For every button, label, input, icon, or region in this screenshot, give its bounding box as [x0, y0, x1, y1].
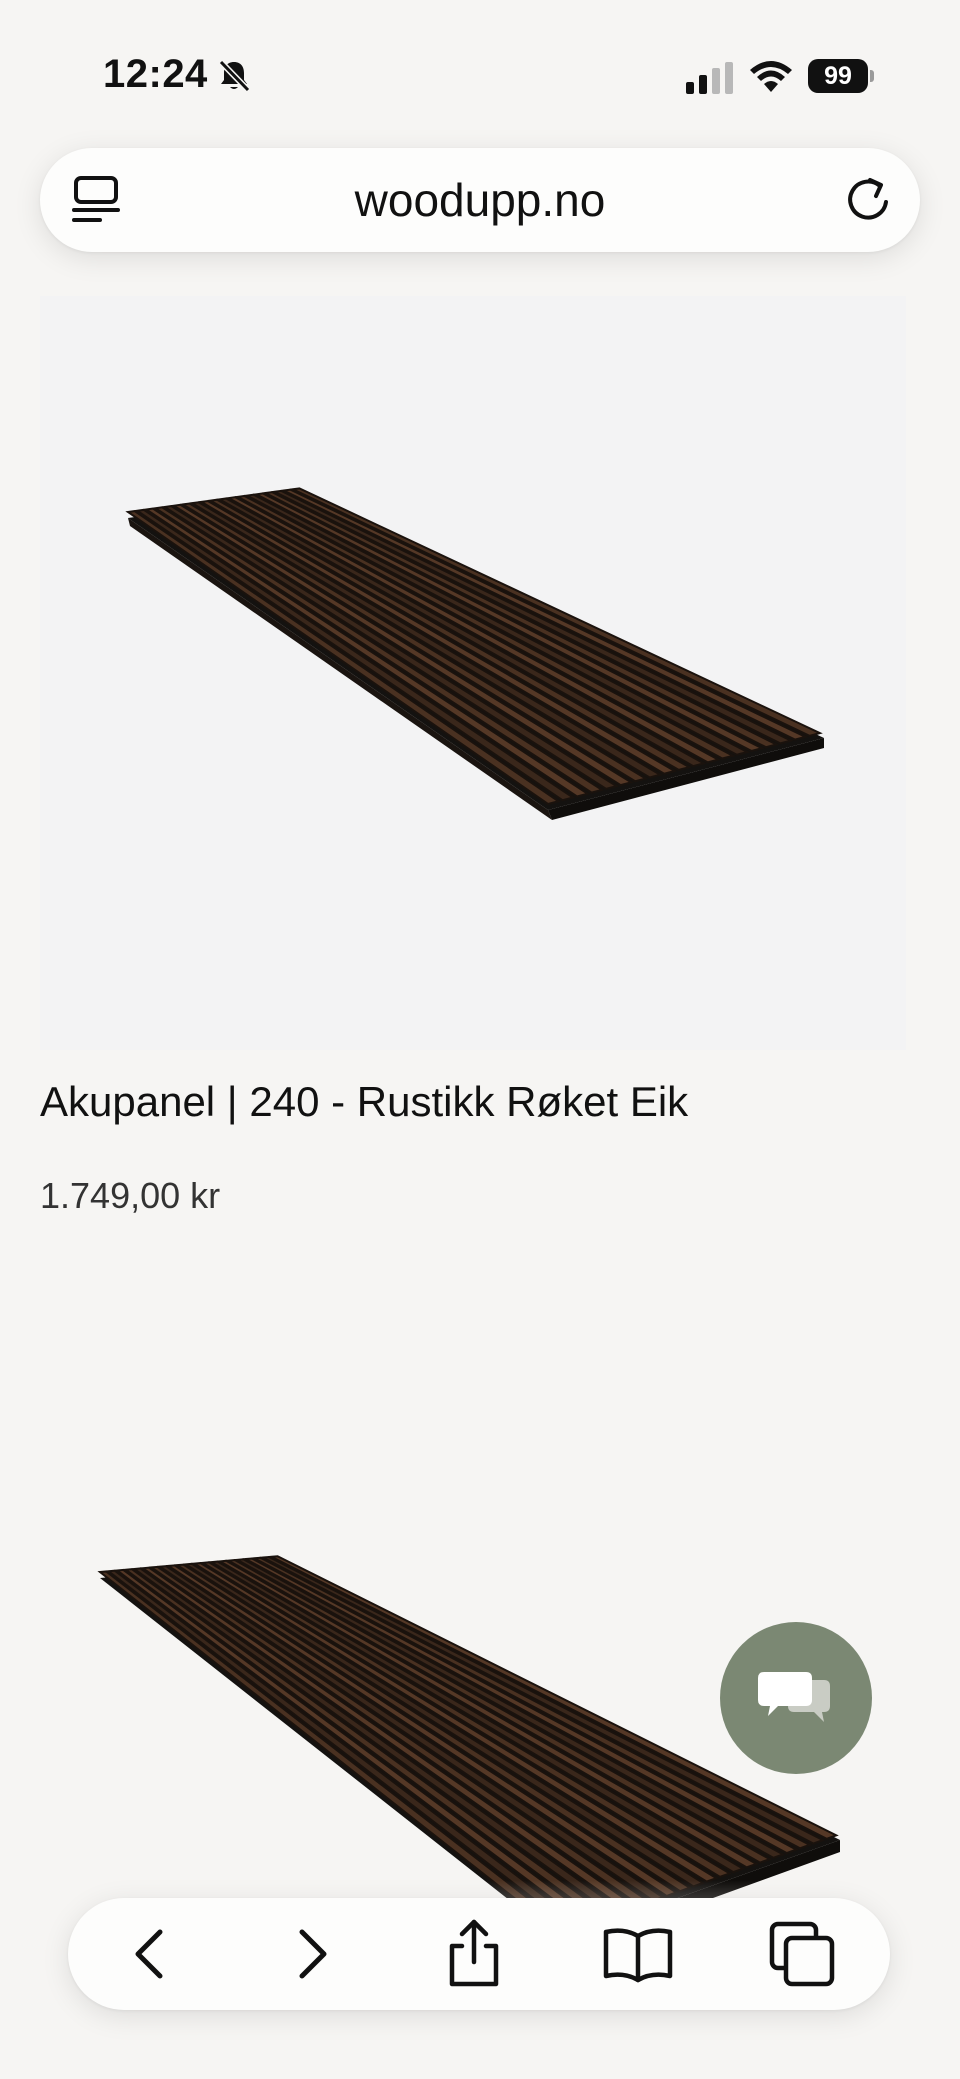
wood-panel-illustration [125, 487, 824, 820]
share-button[interactable] [434, 1914, 514, 1994]
chat-button[interactable] [720, 1622, 872, 1774]
product-image[interactable] [40, 296, 906, 1050]
tabs-icon [769, 1921, 835, 1987]
forward-icon [299, 1929, 327, 1979]
tabs-button[interactable] [762, 1914, 842, 1994]
reload-icon[interactable] [840, 172, 896, 228]
battery-icon: 99 [808, 59, 874, 93]
status-time: 12:24 [103, 52, 208, 96]
bottom-toolbar [68, 1898, 890, 2010]
bookmarks-button[interactable] [598, 1914, 678, 1994]
url-text[interactable]: woodupp.no [190, 148, 770, 252]
back-icon [135, 1929, 163, 1979]
product-title[interactable]: Akupanel | 240 - Rustikk Røket Eik [40, 1072, 900, 1132]
product-price: 1.749,00 kr [40, 1175, 221, 1216]
reader-view-icon[interactable] [70, 174, 122, 226]
forward-button[interactable] [272, 1914, 352, 1994]
share-icon [449, 1919, 499, 1987]
silent-bell-icon [218, 59, 251, 93]
chat-bubbles-icon [758, 1672, 830, 1722]
wifi-icon [750, 61, 792, 92]
battery-level: 99 [808, 59, 868, 93]
back-button[interactable] [110, 1914, 190, 1994]
status-bar: 12:24 99 [0, 0, 960, 150]
bookmarks-icon [603, 1928, 673, 1983]
address-bar[interactable]: woodupp.no [40, 148, 920, 252]
cellular-signal-icon [686, 62, 733, 94]
